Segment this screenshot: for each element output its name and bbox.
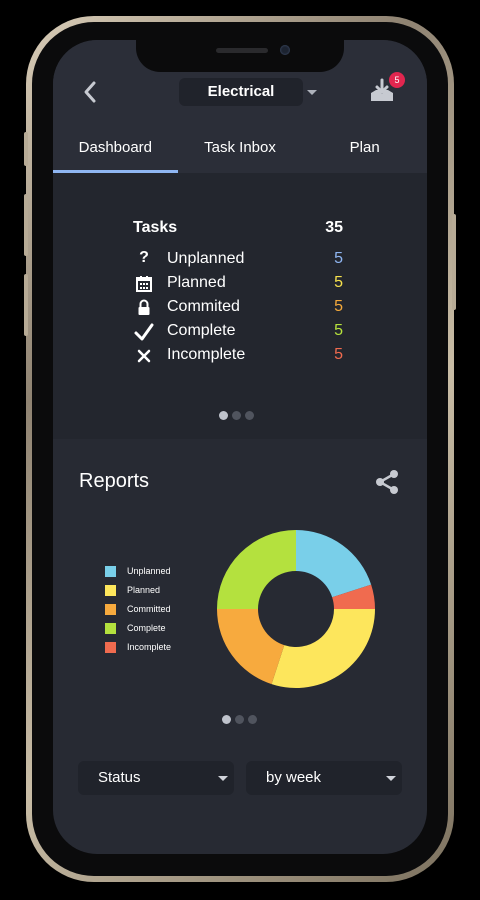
task-row-committed: Commited 5: [133, 297, 343, 321]
camera-icon: [280, 45, 290, 55]
donut-slice-complete: [217, 530, 296, 609]
legend-label: Incomplete: [127, 642, 172, 652]
status-donut-chart: [217, 530, 375, 688]
reports-title: Reports: [79, 470, 150, 492]
notification-badge: 5: [389, 72, 405, 88]
tasks-heading: Tasks: [133, 219, 178, 236]
pager-dot[interactable]: [235, 715, 244, 724]
legend-swatch: [105, 642, 116, 653]
phone-speaker: [216, 48, 268, 53]
chevron-down-icon: [218, 776, 228, 781]
task-label: Unplanned: [167, 250, 245, 267]
legend-swatch: [105, 604, 116, 615]
task-label: Commited: [167, 298, 240, 315]
legend-swatch: [105, 585, 116, 596]
task-count: 5: [334, 274, 343, 291]
task-label: Complete: [167, 322, 236, 339]
tasks-header: Tasks 35: [133, 219, 343, 237]
legend-label: Committed: [127, 604, 171, 614]
calendar-icon: [136, 276, 152, 292]
tab-dashboard[interactable]: Dashboard: [53, 128, 178, 173]
period-select[interactable]: by week: [246, 761, 402, 795]
chevron-down-icon: [386, 776, 396, 781]
pager-dot[interactable]: [248, 715, 257, 724]
reports-pager: [222, 715, 257, 724]
period-select-value: by week: [266, 769, 322, 786]
task-label: Incomplete: [167, 346, 246, 363]
phone-notch: [136, 40, 344, 72]
donut-slice-unplanned: [296, 530, 372, 598]
donut-slice-committed: [217, 609, 285, 685]
status-select[interactable]: Status: [78, 761, 234, 795]
legend-label: Complete: [127, 623, 166, 633]
task-row-unplanned: ? Unplanned 5: [133, 249, 343, 273]
phone-volume-up: [24, 194, 28, 256]
back-arrow-icon[interactable]: [79, 80, 103, 104]
tasks-pager: [219, 411, 254, 420]
question-icon: ?: [139, 249, 149, 266]
app-screen: Electrical 5 Dashboard Task Inbox Plan T…: [53, 40, 427, 854]
close-icon: [137, 349, 151, 363]
donut-slice-planned: [271, 609, 375, 688]
legend-label: Unplanned: [127, 566, 171, 576]
legend-swatch: [105, 623, 116, 634]
project-selector[interactable]: Electrical: [179, 78, 303, 106]
task-count: 5: [334, 322, 343, 339]
pager-dot[interactable]: [245, 411, 254, 420]
tasks-summary-panel: Tasks 35 ? Unplanned 5 Planned 5 Commite…: [53, 173, 427, 439]
pager-dot[interactable]: [232, 411, 241, 420]
pager-dot[interactable]: [222, 715, 231, 724]
phone-power-button: [452, 214, 456, 310]
tasks-total: 35: [325, 219, 343, 236]
legend-label: Planned: [127, 585, 161, 595]
phone-volume-down: [24, 274, 28, 336]
check-icon: [134, 323, 154, 341]
task-count: 5: [334, 298, 343, 315]
task-count: 5: [334, 346, 343, 363]
lock-icon: [138, 299, 150, 315]
task-row-planned: Planned 5: [133, 273, 343, 297]
tab-bar: Dashboard Task Inbox Plan: [53, 128, 427, 173]
task-count: 5: [334, 250, 343, 267]
share-icon[interactable]: [373, 468, 401, 496]
tab-plan[interactable]: Plan: [302, 128, 427, 173]
task-label: Planned: [167, 274, 226, 291]
tab-task-inbox[interactable]: Task Inbox: [178, 128, 303, 173]
legend-swatch: [105, 566, 116, 577]
task-row-complete: Complete 5: [133, 321, 343, 345]
pager-dot[interactable]: [219, 411, 228, 420]
status-select-value: Status: [98, 769, 141, 786]
phone-side-button: [24, 132, 28, 166]
chevron-down-icon[interactable]: [307, 90, 317, 95]
task-row-incomplete: Incomplete 5: [133, 345, 343, 369]
